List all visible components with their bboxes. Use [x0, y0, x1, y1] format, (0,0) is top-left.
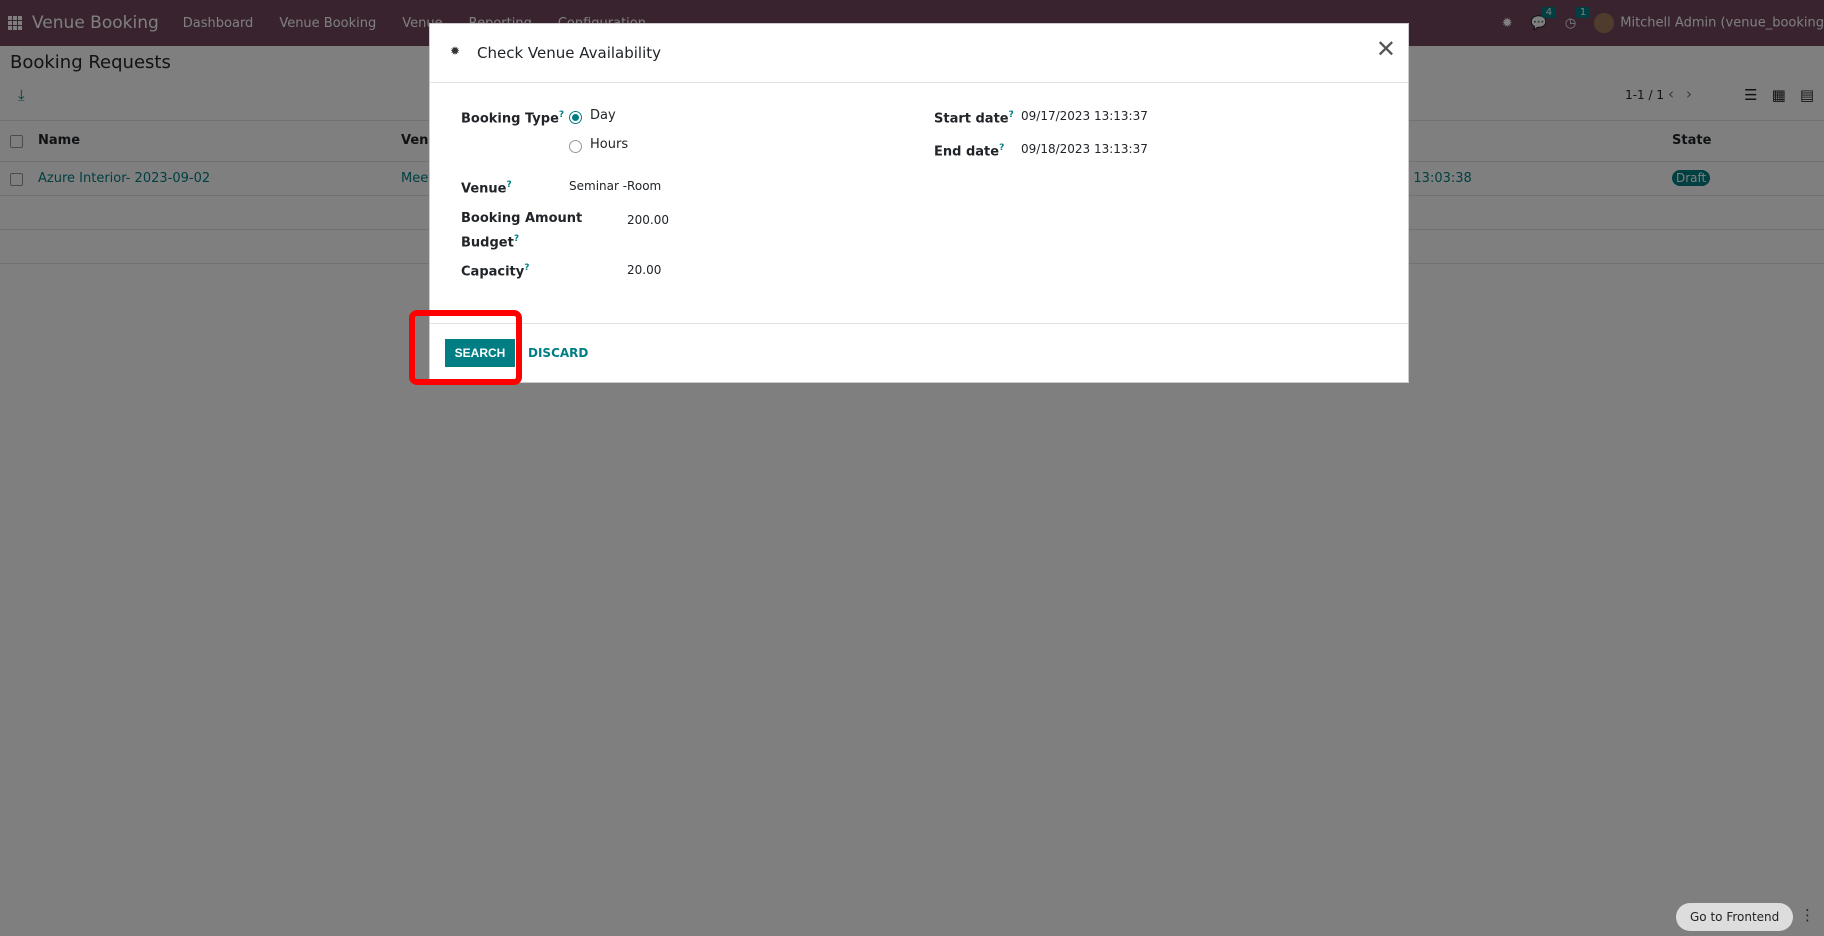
- venue-field[interactable]: Seminar -Room: [569, 179, 661, 193]
- help-icon: ?: [524, 263, 530, 273]
- booking-type-label: Booking Type?: [461, 110, 565, 127]
- discard-button[interactable]: DISCARD: [528, 339, 588, 367]
- dialog-footer: SEARCH DISCARD: [430, 324, 1408, 382]
- dialog-header: ✹ Check Venue Availability ✕: [430, 24, 1408, 83]
- venue-label: Venue?: [461, 180, 512, 197]
- end-date-field[interactable]: 09/18/2023 13:13:37: [1021, 142, 1148, 156]
- booking-type-hours-label[interactable]: Hours: [590, 137, 628, 152]
- help-icon: ?: [513, 234, 520, 244]
- help-icon: ?: [506, 180, 512, 190]
- start-date-label: Start date?: [934, 110, 1014, 127]
- end-date-label: End date?: [934, 143, 1005, 160]
- help-icon: ?: [558, 110, 565, 120]
- check-venue-availability-dialog: ✹ Check Venue Availability ✕ Booking Typ…: [429, 23, 1409, 383]
- more-options-icon[interactable]: ⋮: [1800, 906, 1815, 924]
- booking-type-day-radio[interactable]: [569, 111, 582, 124]
- start-date-field[interactable]: 09/17/2023 13:13:37: [1021, 109, 1148, 123]
- capacity-field[interactable]: 20.00: [627, 263, 661, 277]
- capacity-label: Capacity?: [461, 263, 530, 280]
- help-icon: ?: [1008, 110, 1014, 120]
- annotation-highlight-box: [409, 310, 522, 385]
- booking-type-day-label[interactable]: Day: [590, 108, 616, 123]
- go-to-frontend-button[interactable]: Go to Frontend: [1676, 903, 1794, 931]
- dialog-title: Check Venue Availability: [477, 44, 662, 62]
- close-icon[interactable]: ✕: [1376, 35, 1396, 63]
- amount-label: Booking Amount Budget?: [461, 211, 583, 251]
- booking-type-hours-radio[interactable]: [569, 140, 582, 153]
- amount-field[interactable]: 200.00: [627, 213, 669, 227]
- bug-icon: ✹: [450, 44, 461, 58]
- dialog-body: Booking Type? Day Hours Venue? Seminar -…: [430, 83, 1408, 324]
- help-icon: ?: [999, 143, 1005, 153]
